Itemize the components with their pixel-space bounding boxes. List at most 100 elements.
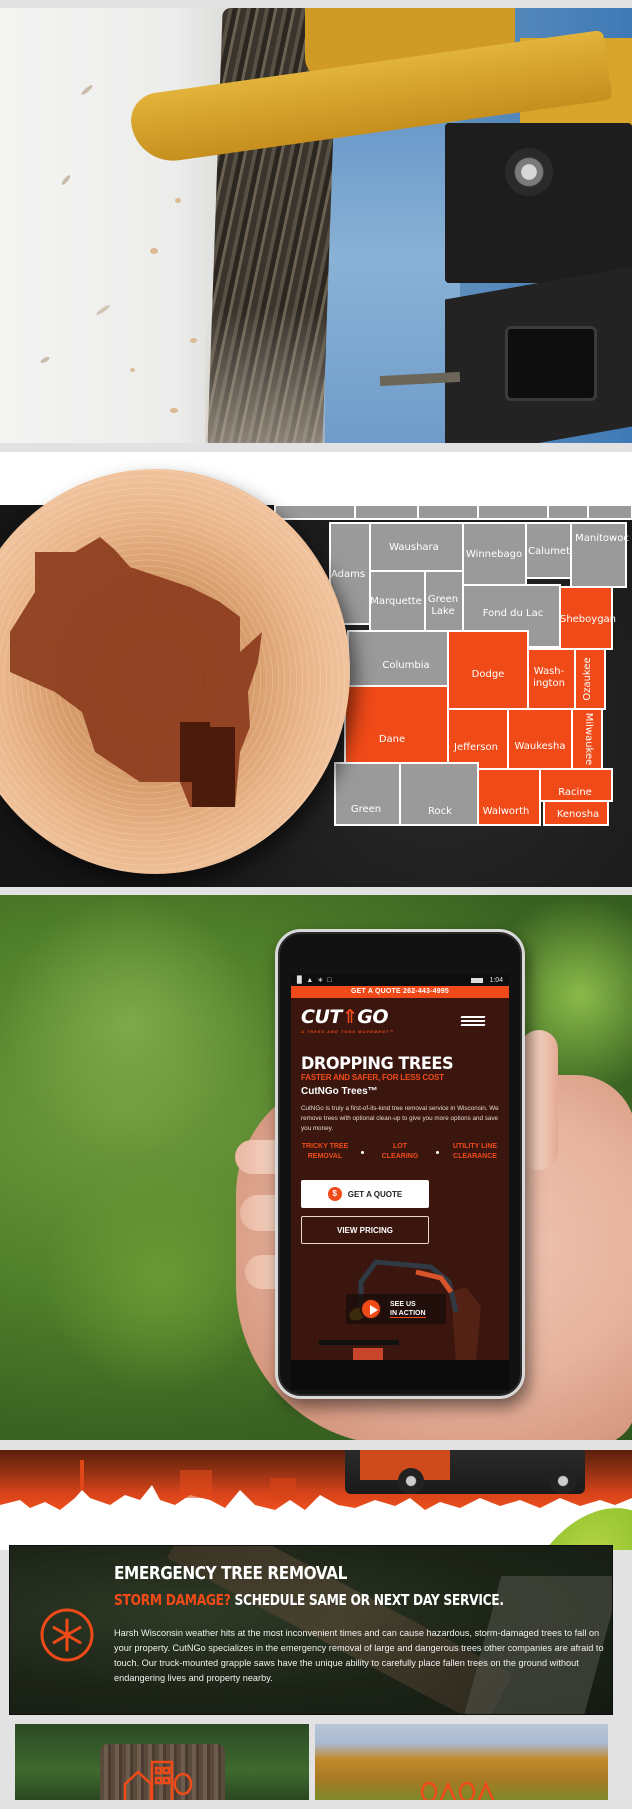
truck-wheel [550, 1468, 576, 1494]
video-line1: SEE US [390, 1301, 416, 1308]
hero-subtitle: FASTER AND SAFER, FOR LESS COST [301, 1073, 444, 1082]
service-area-map-section: Waushara Winnebago Calumet Manitowoc Ada… [0, 452, 632, 887]
saw-window [505, 326, 597, 401]
service-card-forest[interactable] [315, 1724, 608, 1802]
service-card-stump[interactable] [15, 1724, 309, 1802]
wood-chip [150, 248, 158, 254]
label-marquette: Marquette [370, 596, 422, 607]
wifi-icon: ▲ [306, 976, 314, 984]
battery-icon [471, 977, 484, 983]
status-time: 1:04 [489, 976, 503, 984]
county-top-3 [417, 504, 479, 520]
get-a-quote-label: GET A QUOTE [347, 1189, 403, 1199]
bolt-detail [505, 148, 553, 196]
schedule-text: SCHEDULE SAME OR NEXT DAY SERVICE. [230, 1591, 505, 1609]
logo-tagline: A TREES AND TONS MOVEMENT™ [301, 1029, 395, 1034]
emergency-title: EMERGENCY TREE REMOVAL [114, 1563, 347, 1584]
label-jefferson: Jefferson [453, 742, 498, 753]
wood-chip [130, 368, 135, 372]
video-line2: IN ACTION [390, 1310, 426, 1318]
county-columbia [347, 630, 449, 687]
radio-tower [80, 1460, 84, 1490]
smartphone: ▉ ▲ ∗ □ 1:04 GET A QUOTE 262-443-4995 CU… [275, 929, 525, 1399]
bullet-separator [361, 1150, 364, 1154]
signal-icon: ▉ [297, 977, 303, 984]
hero-title: DROPPING TREES [301, 1054, 454, 1074]
emergency-asterisk-icon [40, 1608, 94, 1662]
storm-damage-highlight: STORM DAMAGE? [114, 1591, 231, 1609]
phone-screen: ▉ ▲ ∗ □ 1:04 GET A QUOTE 262-443-4995 CU… [291, 974, 509, 1360]
logo-cut: CUT [301, 1006, 342, 1028]
service-tricky-tree-removal[interactable]: TRICKY TREE REMOVAL [295, 1142, 355, 1162]
emergency-tree-removal-card[interactable]: EMERGENCY TREE REMOVAL STORM DAMAGE? SCH… [9, 1545, 613, 1715]
label-columbia: Columbia [382, 660, 429, 671]
label-kenosha: Kenosha [557, 809, 599, 820]
logo-go: GO [357, 1006, 389, 1028]
label-milwaukee: Milwaukee [583, 713, 594, 766]
page: Waushara Winnebago Calumet Manitowoc Ada… [0, 0, 632, 1809]
county-top-5 [547, 504, 589, 520]
label-winnebago: Winnebago [466, 549, 522, 560]
wood-chip [39, 355, 51, 365]
wood-chip [95, 303, 111, 317]
view-pricing-button[interactable]: VIEW PRICING [301, 1216, 429, 1244]
building [180, 1470, 212, 1498]
label-waukesha: Waukesha [515, 741, 566, 752]
label-manitowoc: Manitowoc [575, 533, 629, 544]
services-list: TRICKY TREE REMOVAL LOT CLEARING UTILITY… [295, 1142, 505, 1162]
mobile-preview-section: ▉ ▲ ∗ □ 1:04 GET A QUOTE 262-443-4995 CU… [0, 895, 632, 1440]
county-top-2 [354, 504, 419, 520]
county-top-6 [587, 504, 632, 520]
label-waushara: Waushara [389, 542, 439, 553]
saw-housing [445, 123, 632, 283]
bokeh [0, 895, 260, 1155]
label-dodge: Dodge [472, 669, 505, 680]
county-waukesha [507, 708, 573, 770]
crane-truck-image: SEE US IN ACTION [291, 1252, 509, 1360]
emergency-subtitle: STORM DAMAGE? SCHEDULE SAME OR NEXT DAY … [114, 1591, 504, 1609]
label-ozaukee: Ozaukee [582, 657, 593, 700]
label-washington-2: ington [533, 678, 565, 689]
hamburger-menu-icon[interactable] [460, 1016, 486, 1026]
service-utility-line-clearance[interactable]: UTILITY LINE CLEARANCE [445, 1142, 505, 1162]
brand-heading: CutNGo Trees™ [301, 1086, 378, 1097]
county-jefferson [447, 708, 509, 770]
house [270, 1478, 296, 1500]
wisconsin-silhouette [451, 1287, 481, 1360]
wood-chip [80, 83, 94, 97]
message-icon: □ [327, 976, 332, 984]
label-green-lake-1: Green [428, 594, 458, 605]
label-dane: Dane [379, 734, 405, 745]
truck-cab [353, 1348, 383, 1360]
label-rock: Rock [428, 806, 452, 817]
service-lot-clearing[interactable]: LOT CLEARING [370, 1142, 430, 1162]
wood-chip [190, 338, 197, 343]
bullet-separator [436, 1150, 439, 1154]
sawdust-overlay [205, 308, 325, 443]
cutngo-logo[interactable]: CUT⇑GO [301, 1006, 389, 1028]
quote-phone-bar[interactable]: GET A QUOTE 262-443-4995 [291, 986, 509, 998]
house-building-tree-icon [123, 1760, 193, 1802]
label-calumet: Calumet [528, 546, 570, 557]
label-washington-1: Wash- [534, 666, 565, 677]
emergency-body: Harsh Wisconsin weather hits at the most… [114, 1628, 604, 1683]
bottom-separator [0, 1800, 632, 1809]
see-us-in-action-button[interactable]: SEE US IN ACTION [346, 1294, 446, 1324]
label-sheboygan: Sheboygan [560, 614, 616, 625]
truck-wheel [398, 1468, 424, 1494]
county-top-4 [477, 504, 549, 520]
hero-grapple-saw-image [0, 8, 632, 443]
trees-row-icon [420, 1780, 495, 1802]
wood-chip [60, 174, 72, 186]
play-icon [360, 1298, 382, 1320]
bluetooth-icon: ∗ [317, 977, 324, 984]
white-silhouette [0, 1485, 632, 1550]
crane-arm-orange [415, 1269, 454, 1294]
label-walworth: Walworth [483, 806, 530, 817]
dollar-icon: $ [327, 1187, 342, 1201]
phone-chin [291, 1360, 509, 1390]
get-a-quote-button[interactable]: $ GET A QUOTE [301, 1180, 429, 1208]
county-dane [344, 685, 449, 764]
label-fond-du-lac: Fond du Lac [483, 608, 543, 619]
intro-blurb: CutNGo is truly a first-of-its-kind tree… [301, 1105, 499, 1132]
